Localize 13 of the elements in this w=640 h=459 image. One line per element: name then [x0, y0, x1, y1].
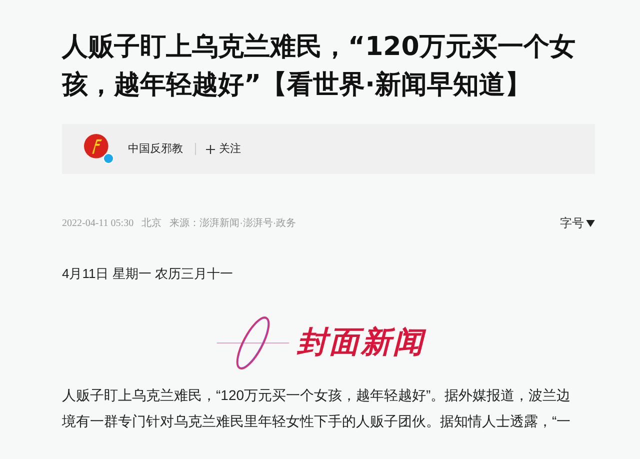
font-size-button[interactable]: 字号 — [560, 214, 595, 232]
publish-time: 2022-04-11 05:30 — [62, 216, 134, 230]
plus-icon — [206, 144, 215, 154]
follow-button[interactable]: 关注 — [206, 140, 241, 158]
caret-icon — [586, 220, 595, 226]
body-paragraph: 人贩子盯上乌克兰难民，“120万元买一个女孩，越年轻越好”。据外媒报道，波兰边境有一群专门针对乌克兰难民里年轻女性下手的人贩子团伙。据知情人士透露，“一 — [62, 386, 572, 430]
article-title: 人贩子盯上乌克兰难民，“120万元买一个女孩，越年轻越好”【看世界·新闻早知道】 — [62, 31, 576, 102]
avatar-icon[interactable] — [84, 134, 114, 164]
date-line: 4月11日 星期一 农历三月十一 — [62, 265, 234, 283]
author-name[interactable]: 中国反邪教 — [128, 140, 183, 158]
location: 北京 — [142, 216, 162, 230]
source-text: 来源：澎湃新闻·澎湃号·政务 — [170, 216, 296, 230]
logo-text: 封面新闻 — [297, 325, 425, 361]
